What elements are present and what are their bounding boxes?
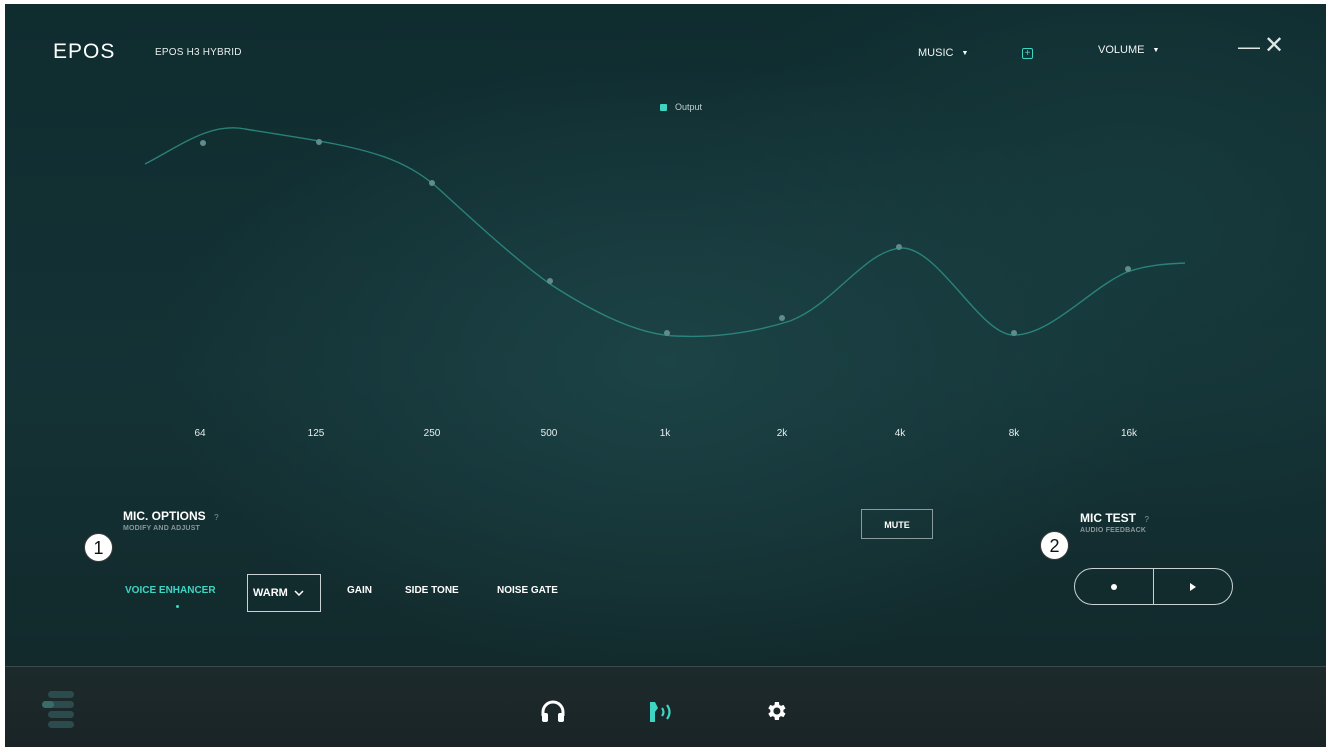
mic-options-title: MIC. OPTIONS [123, 509, 206, 523]
active-tab-indicator [176, 605, 179, 608]
eq-point-125[interactable] [316, 139, 322, 145]
record-icon [1111, 583, 1117, 590]
chevron-down-icon [294, 590, 304, 596]
mic-test-controls [1074, 568, 1233, 605]
tab-gain[interactable]: GAIN [347, 585, 372, 596]
mic-test-subtitle: AUDIO FEEDBACK [1080, 527, 1147, 534]
bottom-nav-bar [5, 666, 1326, 747]
freq-label: 4k [894, 428, 906, 439]
voice-enhancer-value: WARM [253, 587, 288, 599]
voice-enhancer-select[interactable]: WARM [247, 574, 321, 612]
play-button[interactable] [1154, 569, 1232, 604]
tab-side-tone[interactable]: SIDE TONE [405, 585, 459, 596]
eq-point-16k[interactable] [1125, 266, 1131, 272]
eq-point-2k[interactable] [779, 315, 785, 321]
help-icon[interactable]: ? [1144, 515, 1148, 524]
tab-noise-gate[interactable]: NOISE GATE [497, 585, 558, 596]
microphone-icon[interactable] [647, 700, 681, 724]
eq-point-4k[interactable] [896, 244, 902, 250]
mute-button[interactable]: MUTE [861, 509, 933, 539]
play-icon [1190, 582, 1196, 591]
freq-label: 8k [1008, 428, 1020, 439]
eq-point-500[interactable] [547, 278, 553, 284]
freq-label: 2k [776, 428, 788, 439]
callout-badge: 2 [1040, 531, 1069, 560]
help-icon[interactable]: ? [214, 513, 218, 522]
tab-voice-enhancer[interactable]: VOICE ENHANCER [125, 585, 216, 596]
freq-label: 1k [659, 428, 671, 439]
mic-options-header: MIC. OPTIONS ? MODIFY AND ADJUST [123, 507, 219, 532]
freq-label: 125 [307, 428, 325, 439]
freq-label: 250 [423, 428, 441, 439]
record-button[interactable] [1075, 569, 1153, 604]
freq-label: 16k [1120, 428, 1138, 439]
eq-point-250[interactable] [429, 180, 435, 186]
eq-curve [144, 127, 1186, 338]
mic-options-subtitle: MODIFY AND ADJUST [123, 525, 201, 532]
callout-badge: 1 [84, 533, 113, 562]
gear-icon[interactable] [764, 699, 788, 723]
headphones-icon[interactable] [540, 700, 566, 724]
mic-test-header: MIC TEST ? AUDIO FEEDBACK [1080, 509, 1149, 534]
menu-icon[interactable] [40, 689, 88, 733]
mic-test-title: MIC TEST [1080, 511, 1136, 525]
eq-point-1k[interactable] [664, 330, 670, 336]
freq-label: 64 [194, 428, 206, 439]
eq-point-64[interactable] [200, 140, 206, 146]
eq-curve-chart [144, 127, 1186, 338]
eq-point-8k[interactable] [1011, 330, 1017, 336]
freq-label: 500 [540, 428, 558, 439]
app-window: EPOS EPOS H3 HYBRID MUSIC ▼ + VOLUME ▼ —… [5, 4, 1326, 747]
